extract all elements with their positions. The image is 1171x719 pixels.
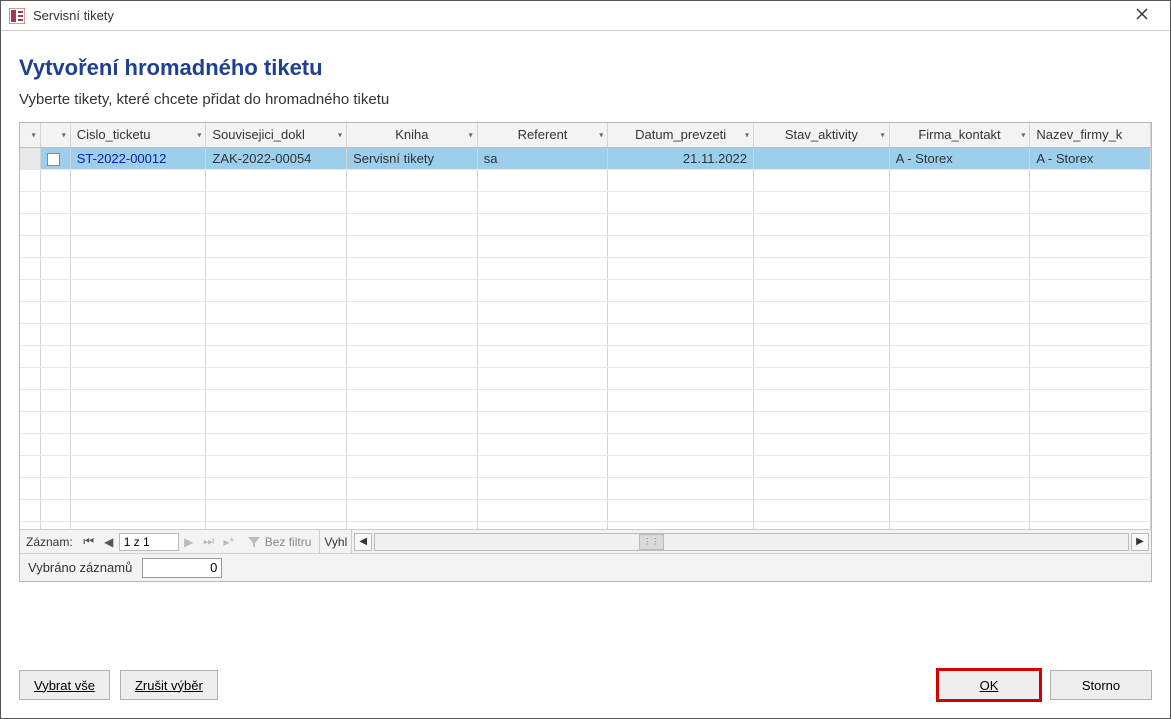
chevron-down-icon: ▾ [1021,130,1025,139]
col-rowselect[interactable]: ▾ [20,123,40,147]
nav-new-button[interactable]: ▸* [219,535,239,549]
ticket-grid: ▾ ▾ Cislo_ticketu▾ Souvisejici_dokl▾ Kni… [19,122,1152,582]
table-row [20,433,1151,455]
nav-prev-button[interactable]: ◀ [99,535,119,549]
col-referent[interactable]: Referent▾ [477,123,608,147]
chevron-down-icon: ▾ [599,130,603,139]
chevron-down-icon: ▾ [881,130,885,139]
scroll-track[interactable]: ⋮⋮ [374,533,1129,551]
table-row [20,323,1151,345]
col-datum-prevzeti[interactable]: Datum_prevzeti▾ [608,123,754,147]
table-row [20,389,1151,411]
cell-souvisejici-dokl[interactable]: ZAK-2022-00054 [206,147,347,169]
table-row [20,499,1151,521]
grid-header-row: ▾ ▾ Cislo_ticketu▾ Souvisejici_dokl▾ Kni… [20,123,1151,147]
scroll-right-button[interactable]: ▶ [1131,533,1149,551]
chevron-down-icon: ▾ [62,130,66,139]
nav-next-button[interactable]: ▶ [179,535,199,549]
app-icon [9,8,25,24]
dialog-window: Servisní tikety Vytvoření hromadného tik… [0,0,1171,719]
selected-count-label: Vybráno záznamů [28,560,132,575]
nav-last-button[interactable]: ⏭ [199,534,219,549]
record-navigator: Záznam: ⏮ ◀ ▶ ⏭ ▸* Bez filtru Vyhl ◀ ⋮ [20,529,1151,553]
table-row [20,367,1151,389]
col-stav-aktivity[interactable]: Stav_aktivity▾ [754,123,890,147]
row-selector[interactable] [20,147,40,169]
col-kniha[interactable]: Kniha▾ [347,123,478,147]
cell-referent[interactable]: sa [477,147,608,169]
status-bar: Vybráno záznamů [20,553,1151,581]
cell-nazev-firmy[interactable]: A - Storex [1030,147,1151,169]
scroll-left-button[interactable]: ◀ [354,533,372,551]
horizontal-scrollbar[interactable]: ◀ ⋮⋮ ▶ [352,533,1151,551]
selected-count-value[interactable] [142,558,222,578]
table-row [20,213,1151,235]
page-heading: Vytvoření hromadného tiketu [19,55,1152,81]
nav-search-label[interactable]: Vyhl [319,530,352,553]
chevron-down-icon: ▾ [469,130,473,139]
checkbox-icon [47,153,60,166]
cell-stav-aktivity[interactable] [754,147,890,169]
nav-filter[interactable]: Bez filtru [239,535,320,549]
chevron-down-icon: ▾ [338,130,342,139]
page-subheading: Vyberte tikety, které chcete přidat do h… [19,91,1152,108]
nav-position-input[interactable] [119,533,179,551]
table-row [20,279,1151,301]
col-firma-kontakt[interactable]: Firma_kontakt▾ [889,123,1030,147]
table-row [20,257,1151,279]
filter-icon [247,535,261,549]
col-souvisejici-dokl[interactable]: Souvisejici_dokl▾ [206,123,347,147]
cancel-button[interactable]: Storno [1050,670,1152,700]
dialog-footer: Vybrat vše Zrušit výběr OK Storno [1,654,1170,718]
table-row [20,521,1151,529]
titlebar: Servisní tikety [1,1,1170,31]
table-row [20,411,1151,433]
cell-kniha[interactable]: Servisní tikety [347,147,478,169]
table-row [20,301,1151,323]
cell-firma-kontakt[interactable]: A - Storex [889,147,1030,169]
chevron-down-icon: ▾ [745,130,749,139]
select-all-button[interactable]: Vybrat vše [19,670,110,700]
table-row [20,477,1151,499]
table-row [20,169,1151,191]
table-row [20,345,1151,367]
table-row[interactable]: ST-2022-00012 ZAK-2022-00054 Servisní ti… [20,147,1151,169]
table-row [20,455,1151,477]
window-title: Servisní tikety [33,8,1122,23]
chevron-down-icon: ▾ [197,130,201,139]
table-row [20,235,1151,257]
nav-label: Záznam: [20,535,79,549]
cell-cislo-ticketu[interactable]: ST-2022-00012 [70,147,206,169]
scroll-thumb[interactable]: ⋮⋮ [639,534,664,550]
col-nazev-firmy[interactable]: Nazev_firmy_k [1030,123,1151,147]
row-checkbox[interactable] [40,147,70,169]
chevron-down-icon: ▾ [32,130,36,139]
col-checkbox[interactable]: ▾ [40,123,70,147]
close-icon[interactable] [1122,7,1162,25]
ok-button[interactable]: OK [938,670,1040,700]
cell-datum-prevzeti[interactable]: 21.11.2022 [608,147,754,169]
col-cislo-ticketu[interactable]: Cislo_ticketu▾ [70,123,206,147]
clear-selection-button[interactable]: Zrušit výběr [120,670,218,700]
nav-first-button[interactable]: ⏮ [79,534,99,549]
table-row [20,191,1151,213]
